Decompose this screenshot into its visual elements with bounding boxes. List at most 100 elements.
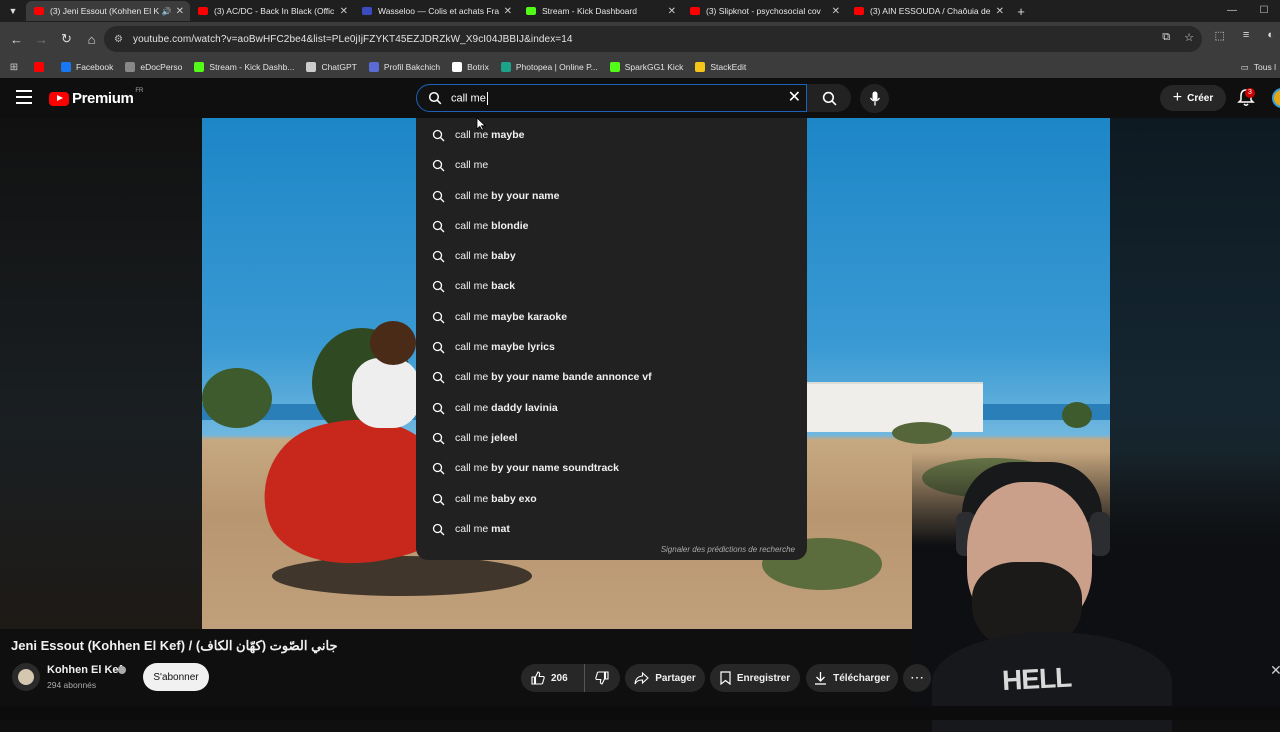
all-bookmarks[interactable]: ▭ Tous l [1241, 62, 1280, 73]
menu-icon[interactable] [16, 90, 32, 104]
search-suggestion[interactable]: call me maybe [416, 120, 807, 150]
tab-close-icon[interactable]: ✕ [340, 6, 348, 17]
search-input[interactable]: call me ✕ [416, 84, 807, 112]
back-button[interactable]: ← [4, 32, 29, 47]
search-suggestion[interactable]: call me daddy lavinia [416, 393, 807, 423]
dislike-button[interactable] [585, 671, 619, 685]
bookmark-item[interactable]: ChatGPT [300, 58, 362, 76]
save-button[interactable]: Enregistrer [710, 664, 800, 692]
browser-tab[interactable]: (3) AC/DC - Back In Black (Offic ✕ [190, 1, 354, 21]
apps-grid-icon[interactable]: ⊞ [0, 62, 28, 73]
bookmark-item[interactable]: eDocPerso [119, 58, 188, 76]
search-suggestion[interactable]: call me blondie [416, 211, 807, 241]
search-suggestion[interactable]: call me baby exo [416, 484, 807, 514]
address-bar[interactable]: ⚙ youtube.com/watch?v=aoBwHFC2be4&list=P… [104, 26, 1202, 52]
bookmark-label: Botrix [467, 62, 489, 72]
youtube-logo[interactable]: Premium FR [49, 88, 143, 107]
tab-close-icon[interactable]: ✕ [996, 6, 1004, 17]
maximize-icon[interactable]: ☐ [1248, 0, 1280, 22]
tab-search-icon[interactable]: ▼ [0, 0, 26, 22]
browser-tab[interactable]: (3) AIN ESSOUDA / Chaôuia de ✕ [846, 1, 1010, 21]
search-suggestion[interactable]: call me baby [416, 241, 807, 271]
bookmark-item[interactable]: Stream - Kick Dashb... [188, 58, 300, 76]
search-icon [432, 371, 445, 384]
browser-tab[interactable]: (3) Jeni Essout (Kohhen El K 🔊 ✕ [26, 1, 190, 21]
clear-search-icon[interactable]: ✕ [788, 89, 801, 107]
tab-favicon-icon [526, 7, 536, 15]
bookmark-item[interactable]: Botrix [446, 58, 495, 76]
reading-list-icon[interactable]: ≡ [1243, 29, 1249, 42]
forward-button[interactable]: → [29, 32, 54, 47]
search-icon [822, 91, 836, 105]
like-button[interactable]: 206 [521, 664, 585, 692]
share-arrow-icon [634, 671, 650, 684]
search-suggestions-dropdown: call me maybe call me call me by your name… [416, 118, 807, 560]
ambient-left [0, 118, 202, 629]
bookmark-star-icon[interactable]: ☆ [1184, 31, 1194, 44]
search-suggestion[interactable]: call me by your name [416, 181, 807, 211]
suggestion-typed: call me [455, 189, 489, 202]
channel-avatar[interactable] [12, 663, 40, 691]
bookmark-favicon-icon [194, 62, 205, 72]
suggestion-typed: call me [455, 431, 489, 444]
suggestion-text: call me [455, 159, 488, 171]
subscribe-button[interactable]: S'abonner [143, 663, 209, 691]
close-icon[interactable]: ✕ [1270, 662, 1280, 679]
search-icon [432, 129, 445, 142]
search-suggestion[interactable]: call me by your name bande annonce vf [416, 362, 807, 392]
search-suggestion[interactable]: call me mat [416, 514, 807, 544]
browser-tab[interactable]: Stream - Kick Dashboard ✕ [518, 1, 682, 21]
bookmark-item[interactable]: Photopea | Online P... [495, 58, 604, 76]
search-suggestion[interactable]: call me maybe lyrics [416, 332, 807, 362]
home-button[interactable]: ⌂ [79, 32, 104, 47]
more-actions-icon[interactable]: ⋯ [903, 664, 931, 692]
bookmark-favicon-icon [452, 62, 463, 72]
create-button[interactable]: + Créer [1160, 85, 1226, 111]
install-app-icon[interactable]: ⧉ [1162, 31, 1170, 44]
search-button[interactable] [807, 84, 851, 112]
search-suggestion[interactable]: call me jeleel [416, 423, 807, 453]
channel-name[interactable]: Kohhen El Kef [47, 664, 122, 676]
minimize-icon[interactable]: — [1216, 0, 1248, 22]
voice-search-button[interactable] [860, 84, 889, 113]
bookmark-favicon-icon [125, 62, 136, 72]
subscriber-count: 294 abonnés [47, 680, 97, 690]
tab-close-icon[interactable]: ✕ [668, 6, 676, 17]
profile-icon[interactable]: ◐ [1267, 29, 1274, 42]
tab-close-icon[interactable]: ✕ [504, 6, 512, 17]
tab-audio-icon[interactable]: 🔊 [162, 7, 172, 16]
browser-tab[interactable]: Wasseloo — Colis et achats Fra ✕ [354, 1, 518, 21]
suggestion-text: call me baby exo [455, 493, 537, 505]
report-predictions-link[interactable]: Signaler des prédictions de recherche [661, 545, 795, 554]
reload-button[interactable]: ↻ [54, 31, 79, 47]
search-suggestion[interactable]: call me maybe karaoke [416, 302, 807, 332]
bookmark-item[interactable]: Profil Bakchich [363, 58, 446, 76]
browser-tab[interactable]: (3) Slipknot - psychosocial cov ✕ [682, 1, 846, 21]
url-text[interactable]: youtube.com/watch?v=aoBwHFC2be4&list=PLe… [133, 34, 573, 45]
bookmark-favicon-icon [34, 62, 44, 72]
headphone-right [1090, 512, 1110, 556]
search-suggestion[interactable]: call me back [416, 271, 807, 301]
share-label: Partager [655, 672, 696, 684]
search-suggestion[interactable]: call me [416, 150, 807, 180]
tab-close-icon[interactable]: ✕ [832, 6, 840, 17]
site-info-icon[interactable]: ⚙ [114, 34, 123, 45]
suggestion-text: call me blondie [455, 220, 529, 232]
download-button[interactable]: Télécharger [806, 664, 898, 692]
account-avatar[interactable] [1272, 88, 1280, 108]
thumbs-up-icon [531, 671, 545, 685]
tab-favicon-icon [198, 7, 208, 15]
extensions-icon[interactable]: ⬚ [1215, 29, 1225, 42]
suggestion-completion: back [488, 280, 516, 293]
bookmark-item[interactable]: StackEdit [689, 58, 752, 76]
bookmark-item[interactable]: SparkGG1 Kick [604, 58, 690, 76]
new-tab-button[interactable]: + [1010, 4, 1032, 19]
search-suggestion[interactable]: call me by your name soundtrack [416, 453, 807, 483]
video-tree [892, 422, 952, 444]
share-button[interactable]: Partager [625, 664, 705, 692]
suggestion-text: call me maybe [455, 129, 524, 141]
bookmark-item[interactable] [28, 58, 55, 76]
bookmark-item[interactable]: Facebook [55, 58, 119, 76]
tab-close-icon[interactable]: ✕ [176, 6, 184, 17]
suggestion-text: call me mat [455, 523, 510, 535]
